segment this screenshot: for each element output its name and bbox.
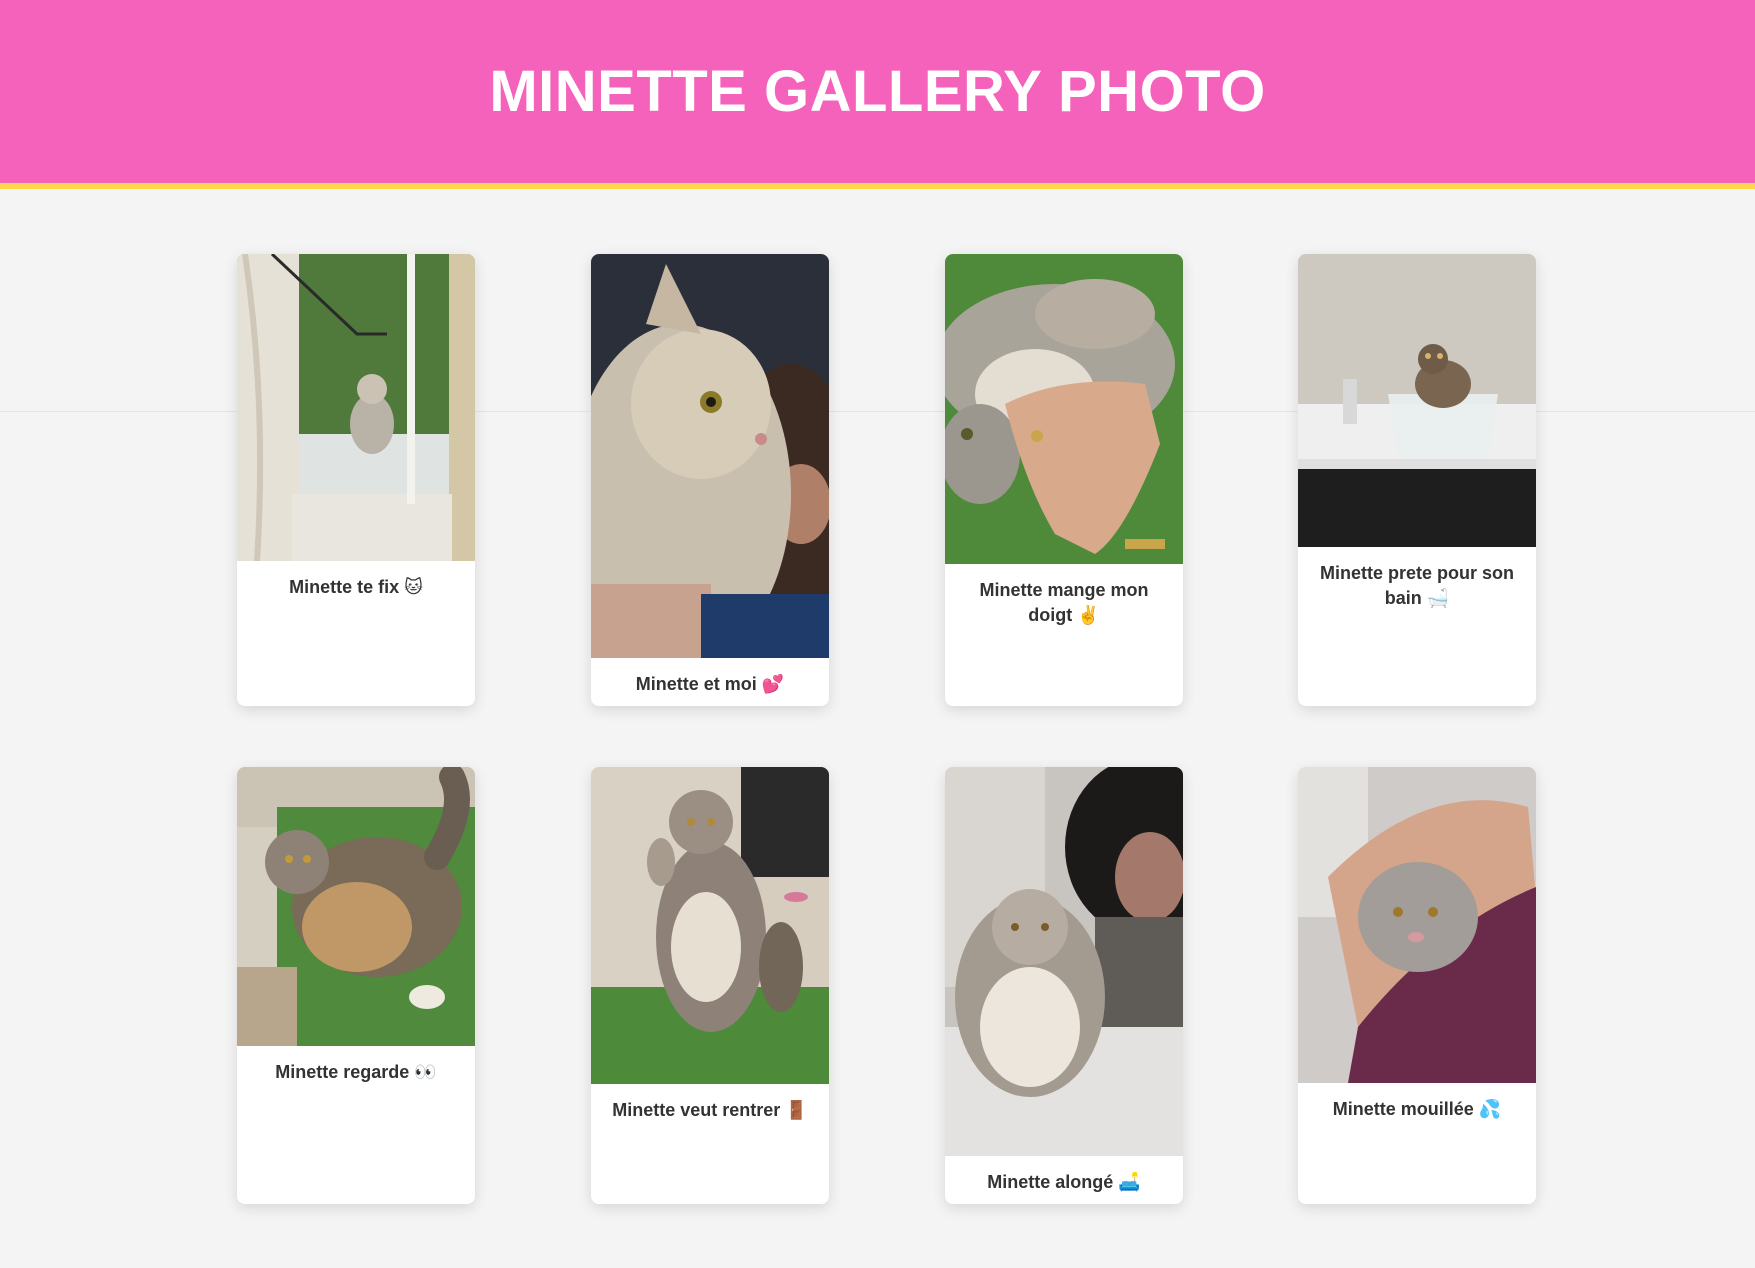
gallery-card[interactable]: Minette mouillée 💦 xyxy=(1298,767,1536,1204)
gallery-card[interactable]: Minette veut rentrer 🚪 xyxy=(591,767,829,1204)
gallery-card[interactable]: Minette et moi 💕 xyxy=(591,254,829,706)
cat-on-grass-photo[interactable] xyxy=(237,767,475,1046)
wet-cat-in-towel-photo[interactable] xyxy=(1298,767,1536,1083)
gallery-card[interactable]: Minette mange mon doigt ✌️ xyxy=(945,254,1183,706)
page-header: MINETTE GALLERY PHOTO xyxy=(0,0,1755,189)
cat-in-basin-photo[interactable] xyxy=(1298,254,1536,547)
card-caption: Minette te fix 🐱 xyxy=(289,577,423,597)
card-caption: Minette mange mon doigt ✌️ xyxy=(979,580,1149,625)
card-caption: Minette prete pour son bain 🛁 xyxy=(1319,563,1514,608)
cat-standing-door-photo[interactable] xyxy=(591,767,829,1084)
cat-lying-bed-photo[interactable] xyxy=(945,767,1183,1156)
card-caption: Minette veut rentrer 🚪 xyxy=(612,1100,808,1120)
cat-behind-window-photo[interactable] xyxy=(237,254,475,561)
card-caption: Minette alongé 🛋️ xyxy=(987,1172,1141,1192)
card-caption: Minette regarde 👀 xyxy=(275,1062,437,1082)
gallery-card[interactable]: Minette prete pour son bain 🛁 xyxy=(1298,254,1536,706)
page-title: MINETTE GALLERY PHOTO xyxy=(489,59,1266,124)
gallery-card[interactable]: Minette alongé 🛋️ xyxy=(945,767,1183,1204)
gallery-card[interactable]: Minette te fix 🐱 xyxy=(237,254,475,706)
card-caption: Minette mouillée 💦 xyxy=(1332,1099,1502,1119)
cat-held-close-photo[interactable] xyxy=(591,254,829,658)
gallery-card[interactable]: Minette regarde 👀 xyxy=(237,767,475,1204)
card-caption: Minette et moi 💕 xyxy=(635,674,785,694)
cat-biting-finger-photo[interactable] xyxy=(945,254,1183,564)
